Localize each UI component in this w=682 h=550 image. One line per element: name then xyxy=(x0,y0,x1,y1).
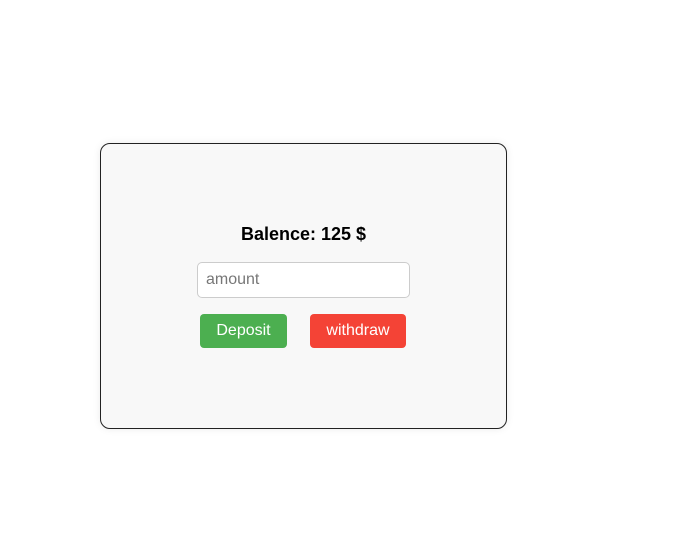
bank-card: Balence: 125 $ Deposit withdraw xyxy=(100,143,507,429)
amount-input[interactable] xyxy=(197,262,410,298)
balance-display: Balence: 125 $ xyxy=(240,224,367,244)
deposit-button[interactable]: Deposit xyxy=(200,314,287,348)
withdraw-button[interactable]: withdraw xyxy=(310,314,406,348)
